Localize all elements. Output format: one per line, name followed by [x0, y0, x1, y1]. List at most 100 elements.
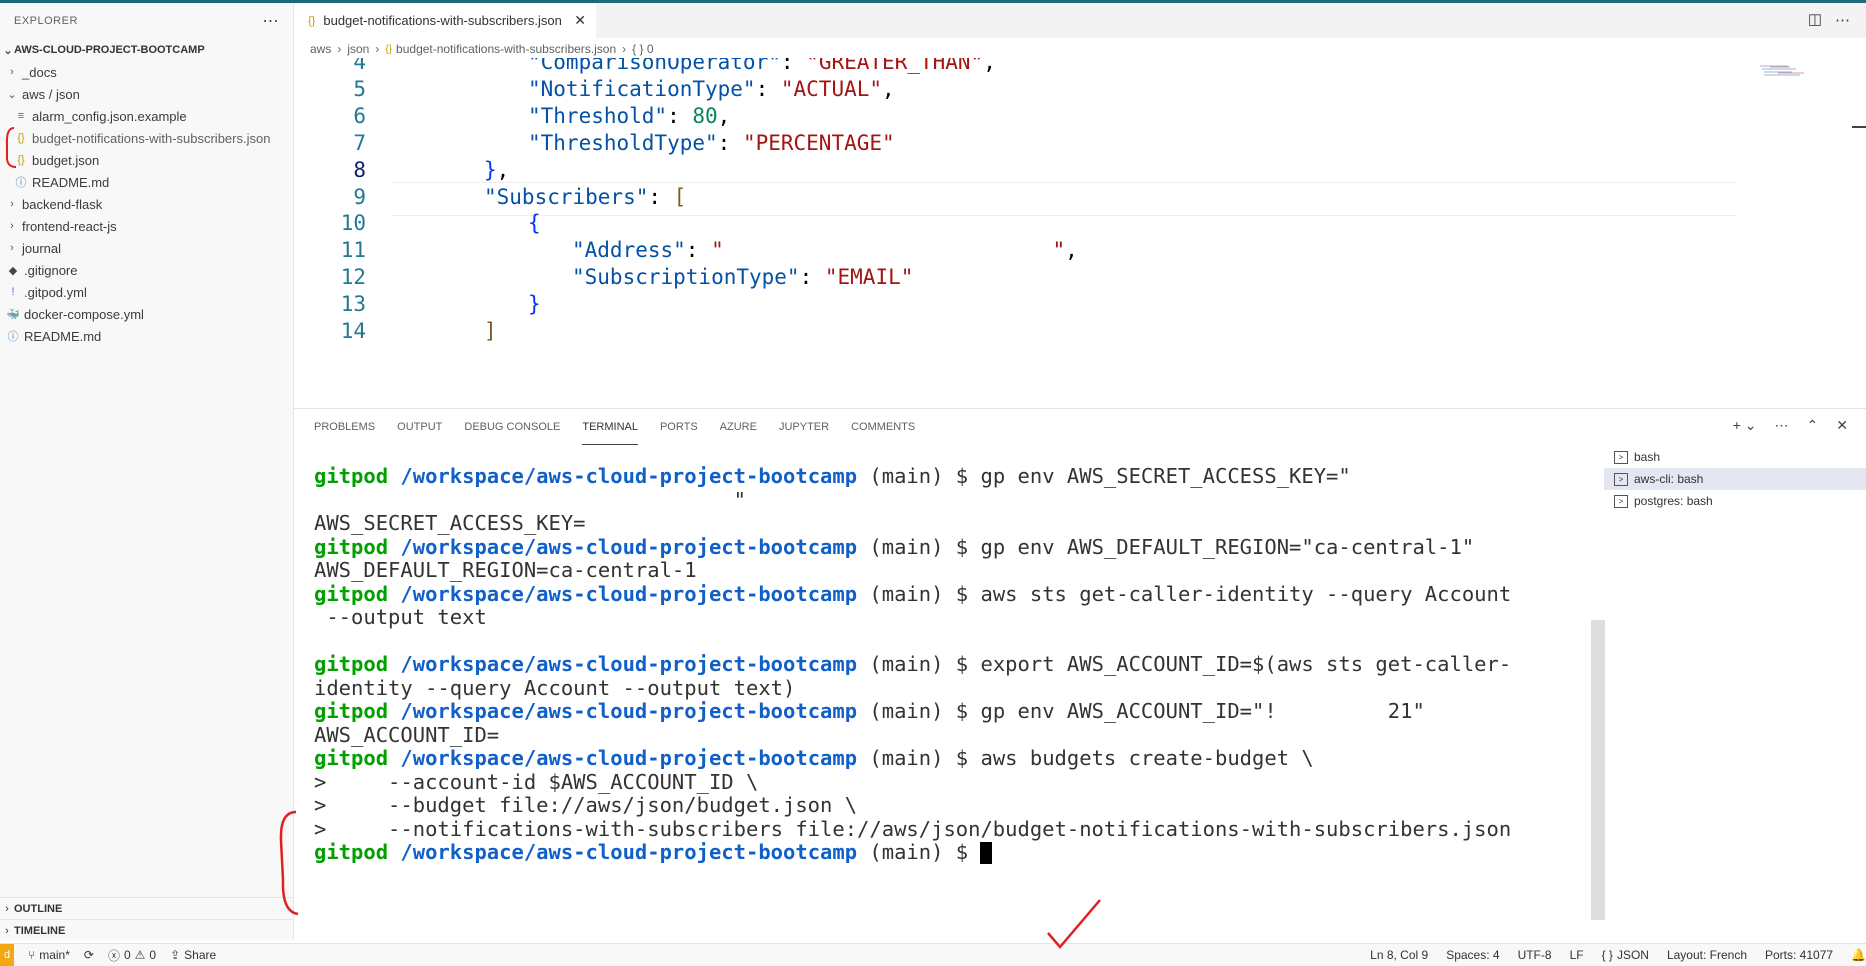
terminal-instance[interactable]: > bash — [1604, 446, 1866, 468]
more-actions-icon[interactable]: ⋯ — [1775, 417, 1789, 434]
tree-item-label: frontend-react-js — [22, 218, 117, 234]
branch-icon: ⑂ — [28, 948, 36, 962]
panel-tab[interactable]: PORTS — [660, 409, 698, 445]
minimap[interactable] — [1748, 60, 1866, 410]
panel-tab[interactable]: PROBLEMS — [314, 409, 375, 445]
prompt-path: /workspace/aws-cloud-project-bootcamp — [400, 746, 858, 770]
share-status[interactable]: ⇪ Share — [170, 948, 216, 962]
close-icon[interactable]: ✕ — [574, 12, 586, 29]
problems-status[interactable]: ⓧ 0 ⚠ 0 — [108, 947, 156, 964]
breadcrumb-item[interactable]: aws — [310, 42, 331, 56]
breadcrumb-item[interactable]: budget-notifications-with-subscribers.js… — [396, 42, 616, 56]
terminal-line: AWS_SECRET_ACCESS_KEY= — [314, 511, 1689, 536]
maximize-panel-icon[interactable]: ⌃ — [1807, 417, 1819, 434]
code-text: "Threshold": 80, — [528, 103, 731, 128]
terminal-line: AWS_ACCOUNT_ID= — [314, 723, 1689, 748]
json-file-icon: {} — [308, 14, 316, 27]
terminal-scrollbar[interactable] — [1591, 620, 1605, 920]
project-root[interactable]: ⌄ AWS-CLOUD-PROJECT-BOOTCAMP — [0, 39, 293, 61]
terminal-line: gitpod /workspace/aws-cloud-project-boot… — [314, 699, 1689, 724]
language-label: JSON — [1616, 948, 1649, 962]
ports-status[interactable]: Ports: 41077 — [1765, 948, 1833, 962]
keyboard-layout-status[interactable]: Layout: French — [1667, 948, 1747, 962]
sync-status[interactable]: ⟳ — [84, 948, 94, 962]
explorer-title: EXPLORER — [14, 15, 78, 27]
file-item[interactable]: ≡ alarm_config.json.example — [0, 105, 293, 127]
panel-tab[interactable]: OUTPUT — [397, 409, 442, 445]
panel-tab[interactable]: TERMINAL — [582, 409, 638, 445]
terminal-line: gitpod /workspace/aws-cloud-project-boot… — [314, 534, 1689, 560]
tree-item-label: alarm_config.json.example — [32, 108, 187, 124]
remote-indicator[interactable]: d — [0, 944, 14, 966]
breadcrumb-item[interactable]: json — [347, 42, 369, 56]
file-item[interactable]: {} budget-notifications-with-subscribers.… — [0, 127, 293, 149]
tree-item-label: .gitignore — [24, 262, 78, 278]
code-text: "ThresholdType": "PERCENTAGE" — [528, 130, 895, 155]
folder-item[interactable]: › frontend-react-js — [0, 215, 293, 237]
code-text: } — [528, 292, 541, 317]
prompt-user: gitpod — [314, 840, 389, 864]
file-item[interactable]: {} budget.json — [0, 149, 293, 171]
file-item[interactable]: 🐳 docker-compose.yml — [0, 303, 293, 325]
terminal-instance[interactable]: > aws-cli: bash — [1604, 468, 1866, 490]
cursor-position[interactable]: Ln 8, Col 9 — [1370, 948, 1428, 962]
terminal-output[interactable]: gitpod /workspace/aws-cloud-project-boot… — [314, 464, 1689, 935]
folder-item[interactable]: › _docs — [0, 61, 293, 83]
breadcrumb-item[interactable]: { } 0 — [632, 42, 653, 56]
file-item[interactable]: ⓘ README.md — [0, 325, 293, 347]
code-text: }, — [484, 157, 510, 182]
prompt-path: /workspace/aws-cloud-project-bootcamp — [400, 534, 858, 559]
json-file-icon: {} — [17, 154, 25, 166]
language-status[interactable]: { } JSON — [1602, 948, 1649, 962]
terminal-icon: > — [1614, 494, 1628, 508]
add-terminal-icon[interactable]: + ⌄ — [1733, 417, 1757, 434]
tree-item-label: README.md — [32, 174, 110, 190]
tree-item-label: budget.json — [32, 152, 100, 168]
timeline-section[interactable]: › TIMELINE — [0, 919, 293, 942]
panel-tab[interactable]: DEBUG CONSOLE — [464, 409, 560, 445]
warning-count: 0 — [149, 948, 157, 962]
panel-tab[interactable]: AZURE — [720, 409, 757, 445]
panel-tab[interactable]: JUPYTER — [779, 409, 829, 445]
share-icon: ⇪ — [170, 948, 181, 962]
line-number: 11 — [340, 238, 366, 263]
file-item[interactable]: ⓘ README.md — [0, 171, 293, 193]
terminal-label: bash — [1634, 450, 1661, 464]
terminal-text: AWS_SECRET_ACCESS_KEY= — [314, 511, 586, 535]
panel-actions: + ⌄ ⋯ ⌃ ✕ — [1733, 417, 1848, 434]
line-number: 6 — [353, 103, 366, 128]
close-icon[interactable]: ✕ — [1836, 417, 1848, 434]
file-item[interactable]: ! .gitpod.yml — [0, 281, 293, 303]
outline-section[interactable]: › OUTLINE — [0, 897, 293, 920]
file-tree: ⌄ AWS-CLOUD-PROJECT-BOOTCAMP › _docs ⌄ aws … — [0, 39, 293, 347]
folder-item[interactable]: › backend-flask — [0, 193, 293, 215]
yaml-file-icon: ! — [11, 286, 15, 298]
explorer-sidebar: EXPLORER ⋯ ⌄ AWS-CLOUD-PROJECT-BOOTCAMP … — [0, 3, 294, 940]
branch-status[interactable]: ⑂ main* — [28, 948, 70, 962]
notifications-icon[interactable]: 🔔 — [1851, 948, 1866, 962]
terminal-text: AWS_DEFAULT_REGION=ca-central-1 — [314, 558, 697, 582]
share-label: Share — [184, 948, 217, 962]
prompt-path: /workspace/aws-cloud-project-bootcamp — [400, 840, 858, 864]
eol-status[interactable]: LF — [1570, 948, 1584, 962]
prompt-branch: (main) $ — [857, 581, 981, 606]
folder-item[interactable]: ⌄ aws / json — [0, 83, 293, 105]
json-file-icon: {} — [385, 43, 393, 55]
split-editor-icon[interactable]: ◫ — [1808, 10, 1822, 28]
more-actions-icon[interactable]: ⋯ — [263, 11, 280, 31]
terminal-line: " — [314, 488, 1689, 513]
folder-item[interactable]: › journal — [0, 237, 293, 259]
terminal-instance[interactable]: > postgres: bash — [1604, 490, 1866, 512]
terminal-line: gitpod /workspace/aws-cloud-project-boot… — [314, 840, 1689, 865]
chevron-right-icon: › — [10, 198, 14, 210]
indentation-status[interactable]: Spaces: 4 — [1446, 948, 1499, 962]
code-text: "NotificationType": "ACTUAL", — [528, 76, 895, 101]
encoding-status[interactable]: UTF-8 — [1518, 948, 1552, 962]
code-editor[interactable]: 4 "ComparisonOperator": "GREATER_THAN", 5 "… — [294, 58, 1744, 408]
file-item[interactable]: ◆ .gitignore — [0, 259, 293, 281]
more-actions-icon[interactable]: ⋯ — [1835, 11, 1850, 29]
panel-tab[interactable]: COMMENTS — [851, 409, 915, 445]
editor-tab[interactable]: {} budget-notifications-with-subscribers… — [294, 3, 596, 38]
tree-item-label: README.md — [24, 328, 102, 344]
